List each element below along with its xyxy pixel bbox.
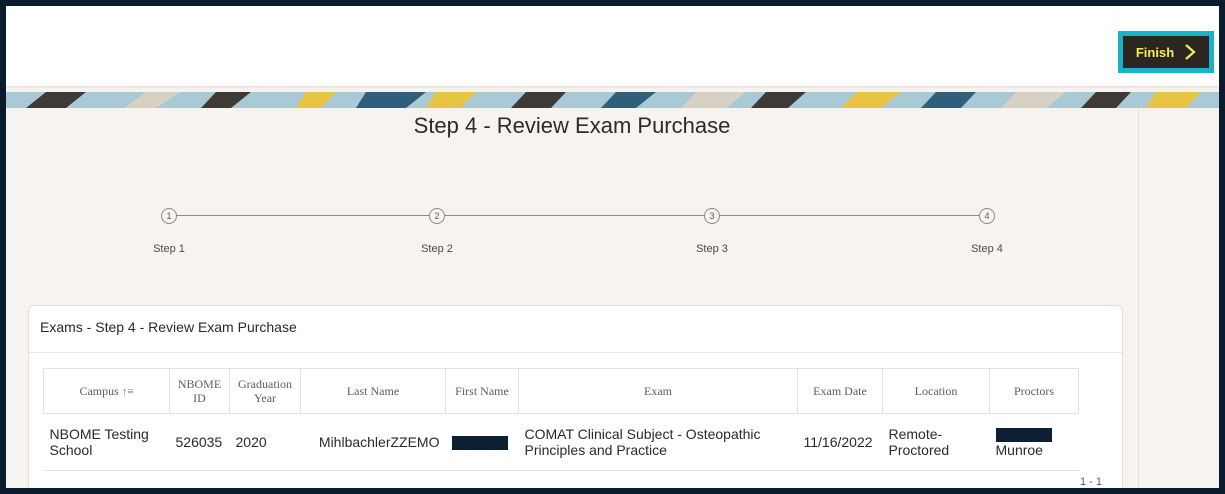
decorative-banner [6, 92, 1219, 108]
column-header-first-name[interactable]: First Name [445, 368, 519, 414]
page-title: Step 4 - Review Exam Purchase [413, 113, 731, 138]
step-4-marker: 4 [979, 208, 995, 224]
cell-proctors: Munroe [989, 413, 1079, 471]
table-row: NBOME Testing School 526035 2020 Mihlbac… [43, 413, 1079, 471]
redacted-proctor-first-name [995, 428, 1052, 443]
column-header-graduation-year[interactable]: Graduation Year [229, 368, 301, 414]
cell-location: Remote-Proctored [882, 413, 990, 471]
column-header-nbome-id[interactable]: NBOME ID [169, 368, 230, 414]
campus-header-label: Campus [79, 383, 119, 398]
report-region: Exams - Step 4 - Review Exam Purchase Ca… [28, 305, 1123, 488]
step-2-label: Step 2 [421, 243, 453, 255]
column-header-location[interactable]: Location [882, 368, 990, 414]
cell-first-name [445, 413, 519, 471]
finish-button-label: Finish [1135, 44, 1175, 60]
cell-nbome-id: 526035 [169, 413, 230, 471]
step-3-label: Step 3 [696, 243, 728, 255]
right-side-column [1138, 108, 1219, 488]
table-header-row: Campus ↑≡ NBOME ID Graduation Year Last N… [43, 368, 1079, 414]
cell-exam-date: 11/16/2022 [797, 413, 883, 471]
column-header-last-name[interactable]: Last Name [300, 368, 446, 414]
report-title: Exams - Step 4 - Review Exam Purchase [40, 319, 297, 335]
chevron-right-icon [1184, 43, 1196, 61]
column-header-proctors[interactable]: Proctors [989, 368, 1079, 414]
step-2-marker: 2 [429, 208, 445, 224]
wizard-progress: 1 Step 1 2 Step 2 3 Step 3 4 Step 4 [6, 203, 1138, 273]
cell-graduation-year: 2020 [229, 413, 301, 471]
exams-table: Campus ↑≡ NBOME ID Graduation Year Last N… [43, 368, 1079, 471]
cell-last-name: MihlbachlerZZEMO [300, 413, 446, 471]
wizard-line [168, 215, 985, 216]
finish-button-highlight: Finish [1118, 31, 1214, 73]
column-header-exam-date[interactable]: Exam Date [797, 368, 883, 414]
cell-campus: NBOME Testing School [43, 413, 170, 471]
redacted-first-name [451, 436, 508, 451]
step-1-marker: 1 [161, 208, 177, 224]
top-toolbar: Finish [6, 6, 1219, 86]
main-content: Step 4 - Review Exam Purchase 1 Step 1 2… [6, 108, 1138, 488]
step-1-label: Step 1 [153, 243, 185, 255]
step-4-label: Step 4 [971, 243, 1003, 255]
report-separator [29, 352, 1122, 353]
step-3-marker: 3 [704, 208, 720, 224]
column-header-campus[interactable]: Campus ↑≡ [43, 368, 170, 414]
column-header-exam[interactable]: Exam [518, 368, 798, 414]
cell-exam: COMAT Clinical Subject - Osteopathic Pri… [518, 413, 798, 471]
finish-button[interactable]: Finish [1123, 36, 1209, 68]
sort-ascending-icon[interactable]: ↑≡ [122, 386, 134, 398]
proctor-last-name: Munroe [995, 442, 1043, 459]
app-frame: Finish Step 4 - Review Exam Purchase 1 S… [6, 6, 1219, 488]
pagination-range: 1 - 1 [1079, 476, 1102, 488]
